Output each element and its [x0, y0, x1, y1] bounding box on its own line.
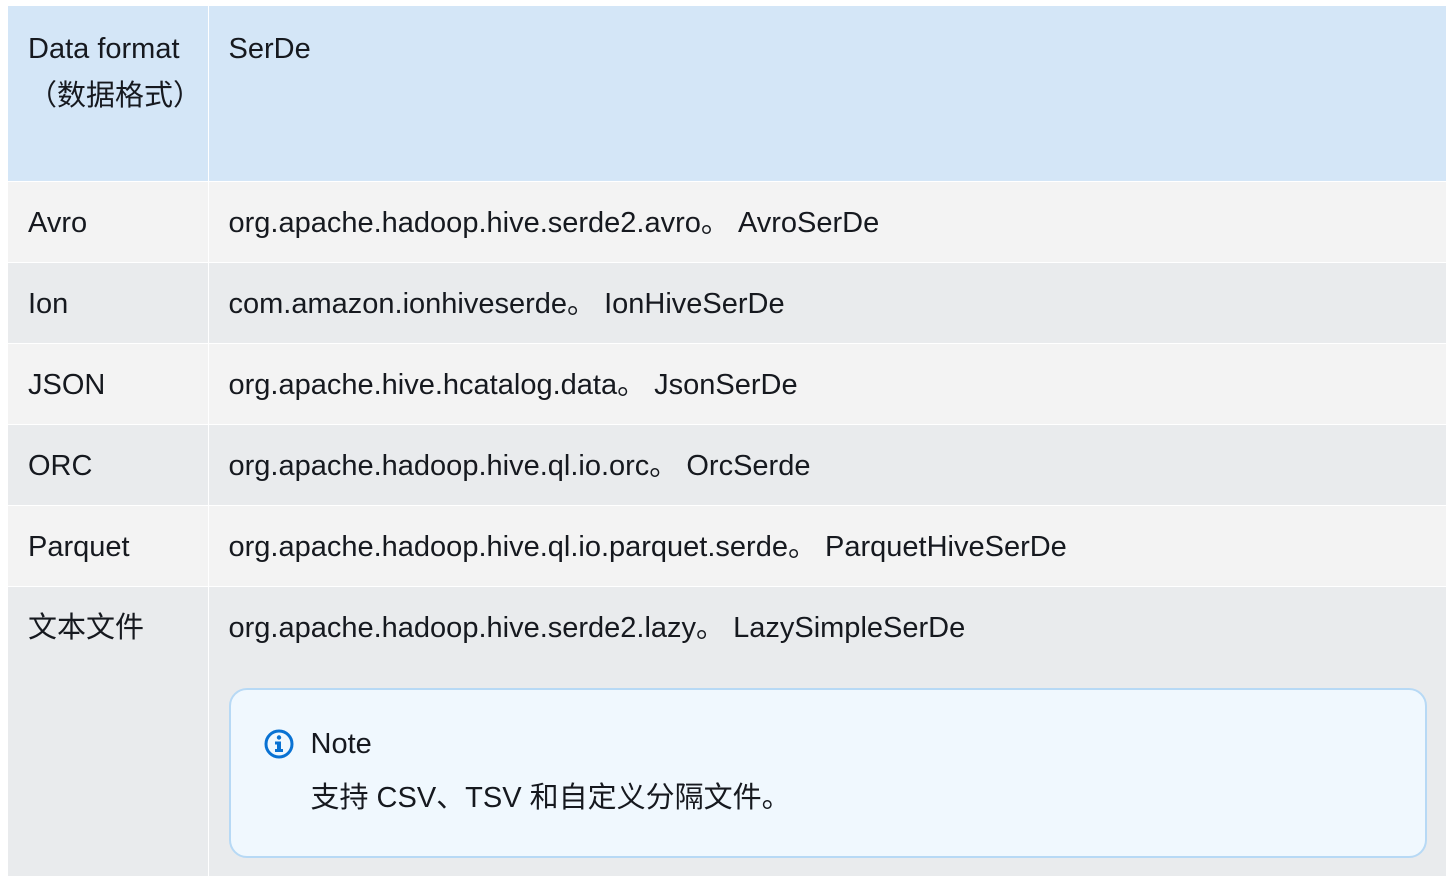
table-row: ORC org.apache.hadoop.hive.ql.io.orc。 Or…: [8, 423, 1446, 505]
serde-cell-with-note: org.apache.hadoop.hive.serde2.lazy。 Lazy…: [207, 585, 1446, 876]
table-row: Avro org.apache.hadoop.hive.serde2.avro。…: [8, 180, 1446, 262]
format-cell: Avro: [8, 180, 208, 262]
note-box: Note 支持 CSV、TSV 和自定义分隔文件。: [228, 687, 1427, 858]
format-cell: ORC: [8, 423, 208, 505]
format-cell: Ion: [8, 261, 208, 343]
serde-cell: org.apache.hadoop.hive.ql.io.orc。 OrcSer…: [207, 423, 1446, 505]
serde-cell-text: org.apache.hadoop.hive.serde2.lazy。 Lazy…: [228, 611, 966, 644]
note-header: Note: [263, 726, 1395, 762]
serde-table: Data format（数据格式） SerDe Avro org.apache.…: [8, 6, 1446, 876]
note-body: 支持 CSV、TSV 和自定义分隔文件。: [310, 781, 791, 814]
table-row: JSON org.apache.hive.hcatalog.data。 Json…: [8, 342, 1446, 424]
serde-cell: com.amazon.ionhiveserde。 IonHiveSerDe: [207, 261, 1446, 343]
serde-cell: org.apache.hadoop.hive.ql.io.parquet.ser…: [207, 504, 1446, 586]
note-title: Note: [310, 727, 372, 760]
table-row: 文本文件 org.apache.hadoop.hive.serde2.lazy。…: [8, 585, 1446, 876]
table-header-row: Data format（数据格式） SerDe: [8, 6, 1446, 181]
table-row: Ion com.amazon.ionhiveserde。 IonHiveSerD…: [8, 261, 1446, 343]
serde-table-container: Data format（数据格式） SerDe Avro org.apache.…: [8, 6, 1446, 876]
serde-cell: org.apache.hive.hcatalog.data。 JsonSerDe: [207, 342, 1446, 424]
header-data-format: Data format（数据格式）: [8, 6, 208, 181]
format-cell: JSON: [8, 342, 208, 424]
format-cell: Parquet: [8, 504, 208, 586]
serde-cell: org.apache.hadoop.hive.serde2.avro。 Avro…: [207, 180, 1446, 262]
info-icon: [263, 728, 295, 760]
format-cell: 文本文件: [8, 585, 208, 876]
header-serde: SerDe: [207, 6, 1446, 181]
table-row: Parquet org.apache.hadoop.hive.ql.io.par…: [8, 504, 1446, 586]
